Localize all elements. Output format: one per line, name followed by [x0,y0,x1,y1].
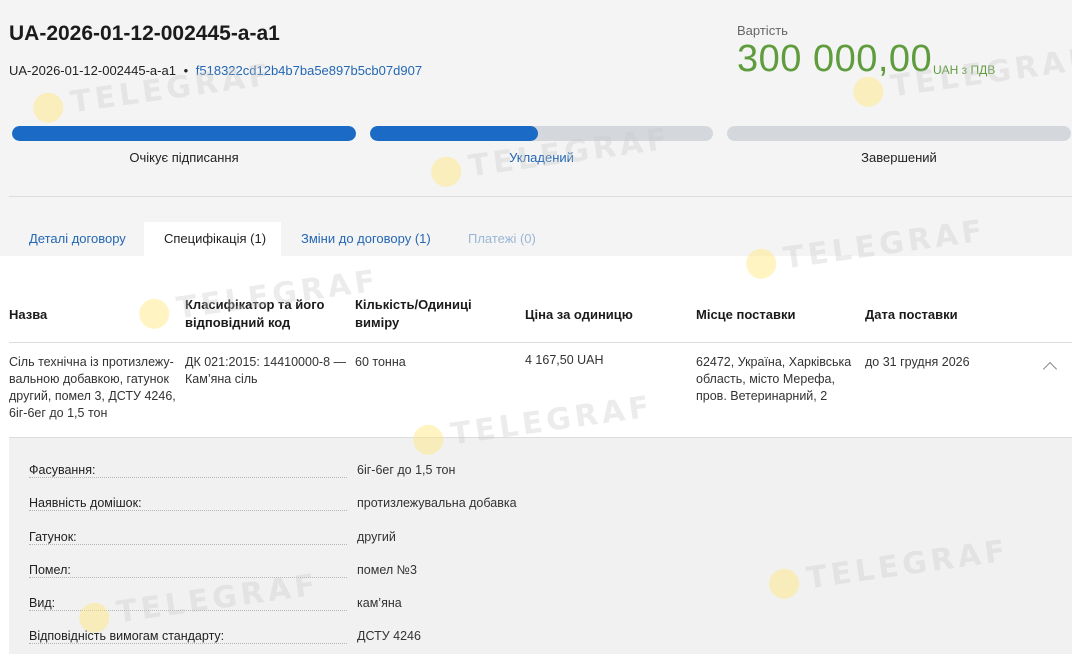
progress-bar-pending-signature [12,126,356,141]
dotted-leader [29,544,347,545]
tab-contract-changes[interactable]: Зміни до договору (1) [281,222,451,256]
progress-fill [12,126,356,141]
contract-header: UA-2026-01-12-002445-a-a1 UA-2026-01-12-… [0,0,1072,196]
header-divider [9,196,1072,197]
cell-name: Сіль технічна із протизлежу-вальною доба… [9,355,176,420]
detail-value: 6іг-6ег до 1,5 тон [357,463,456,477]
meta-separator: • [183,63,189,78]
tab-specification[interactable]: Специфікація (1) [144,222,281,256]
tab-payments[interactable]: Платежі (0) [448,222,556,256]
progress-bar-completed [727,126,1071,141]
contract-meta: UA-2026-01-12-002445-a-a1 • f518322cd12b… [9,63,422,78]
detail-label: Гатунок: [29,530,77,544]
cell-unit-price: 4 167,50 UAH [525,353,604,367]
detail-value: протизлежувальна добавка [357,496,517,510]
progress-bar-concluded [370,126,713,141]
column-header-classifier: Класифікатор та його відповідний код [185,297,325,330]
detail-label: Помел: [29,563,71,577]
dotted-leader [29,643,347,644]
item-details: Фасування: 6іг-6ег до 1,5 тон Наявність … [9,438,1072,654]
step-label-completed: Завершений [861,150,937,165]
column-header-unit-price: Ціна за одиницю [525,307,633,322]
dotted-leader [29,610,347,611]
column-header-delivery-date: Дата поставки [865,307,958,322]
table-header-divider [9,342,1072,343]
dotted-leader [29,477,347,478]
detail-label: Фасування: [29,463,96,477]
cell-delivery-place: 62472, Україна, Харківська область, міст… [696,355,852,403]
cost-label: Вартість [737,23,788,38]
specification-panel: Назва Класифікатор та його відповідний к… [0,256,1072,654]
detail-value: другий [357,530,396,544]
column-header-delivery-place: Місце поставки [696,307,796,322]
contract-hash-link[interactable]: f518322cd12b4b7ba5e897b5cb07d907 [196,63,422,78]
detail-label: Вид: [29,596,56,610]
cost-currency-note: UAH з ПДВ [933,63,996,77]
detail-value: ДСТУ 4246 [357,629,421,643]
contract-id: UA-2026-01-12-002445-a-a1 [9,63,176,78]
detail-value: помел №3 [357,563,417,577]
cost-value: 300 000,00 [737,38,933,80]
column-header-name: Назва [9,307,48,322]
step-label-pending-signature: Очікує підписання [129,150,239,165]
cell-quantity: 60 тонна [355,355,406,369]
chevron-up-icon[interactable] [1042,361,1058,377]
cell-delivery-date: до 31 грудня 2026 [865,355,970,369]
tab-contract-details[interactable]: Деталі договору [9,222,146,256]
detail-label: Наявність домішок: [29,496,142,510]
detail-value: кам’яна [357,596,402,610]
column-header-quantity: Кількість/Одиниці виміру [355,297,472,330]
detail-label: Відповідність вимогам стандарту: [29,629,225,643]
step-label-concluded: Укладений [509,150,574,165]
cell-classifier: ДК 021:2015: 14410000-8 — Кам’яна сіль [185,355,347,386]
page-title: UA-2026-01-12-002445-a-a1 [9,22,280,45]
dotted-leader [29,510,347,511]
progress-fill [370,126,539,141]
dotted-leader [29,577,347,578]
